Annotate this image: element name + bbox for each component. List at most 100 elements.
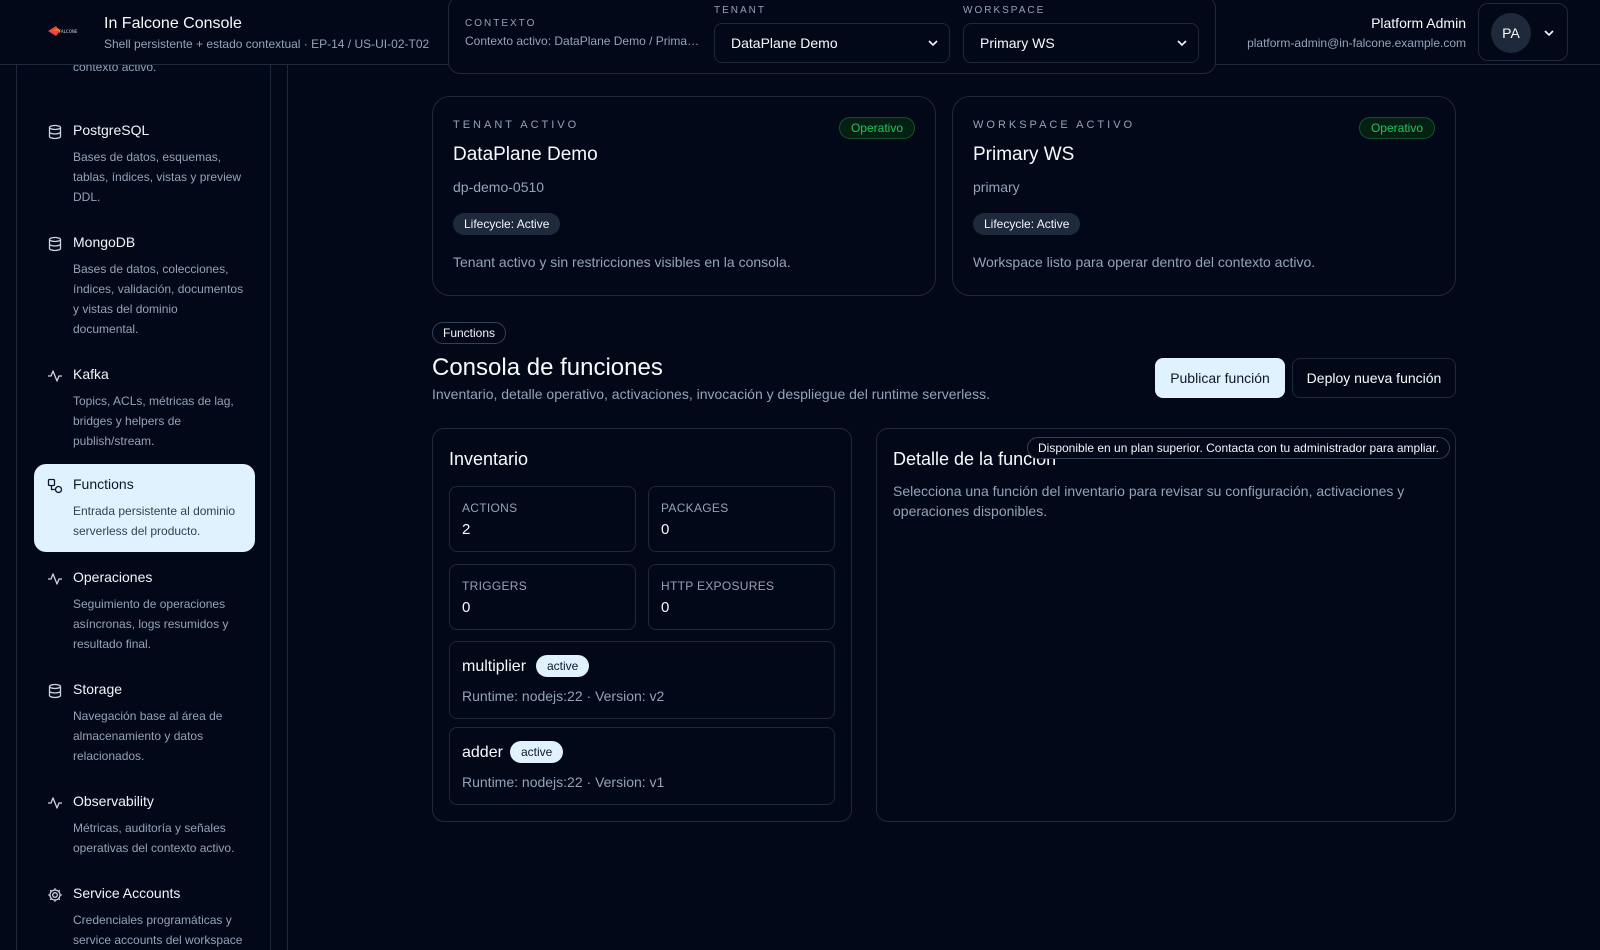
activity-icon [48, 797, 62, 809]
database-icon [48, 236, 62, 252]
sidebar-item-label: Functions [73, 476, 134, 492]
context-switcher: CONTEXTO Contexto activo: DataPlane Demo… [448, 0, 1216, 74]
tenant-label: TENANT [714, 5, 766, 16]
inventory-panel: Inventario ACTIONS 2 PACKAGES 0 TRIGGERS… [432, 428, 852, 822]
user-email: platform-admin@in-falcone.example.com [1247, 36, 1466, 50]
function-name: multiplier [462, 658, 527, 675]
top-bar: FALCONE In Falcone Console Shell persist… [0, 0, 1600, 74]
sidebar-item-desc: Navegación base al área de almacenamient… [73, 709, 223, 763]
function-list-item[interactable]: adder active Runtime: nodejs:22 · Versio… [449, 727, 835, 805]
page-title: Consola de funciones [432, 354, 663, 381]
page-subtitle: Inventario, detalle operativo, activacio… [432, 386, 990, 402]
tenant-card-slug: dp-demo-0510 [453, 179, 545, 195]
tenant-card-desc: Tenant activo y sin restricciones visibl… [453, 254, 791, 270]
function-list-item[interactable]: multiplier active Runtime: nodejs:22 · V… [449, 641, 835, 719]
user-name: Platform Admin [1371, 15, 1466, 31]
tenant-select[interactable]: DataPlane Demo [714, 23, 950, 63]
tenant-card-eyebrow: TENANT ACTIVO [453, 119, 580, 131]
sidebar-item-desc: Bases de datos, colecciones, índices, va… [73, 262, 244, 336]
stat-triggers: TRIGGERS 0 [449, 564, 636, 630]
chevron-down-icon [1177, 40, 1187, 47]
database-icon [48, 124, 62, 140]
workspace-select-value: Primary WS [980, 35, 1055, 51]
status-badge: Operativo [838, 117, 915, 139]
upgrade-tooltip: Disponible en un plan superior. Contacta… [1027, 437, 1450, 459]
stat-label: ACTIONS [462, 501, 518, 515]
sidebar-item-desc: contexto activo. [73, 65, 157, 74]
sidebar-item-label: PostgreSQL [73, 122, 150, 138]
sidebar-item-label: Kafka [73, 366, 109, 382]
main-divider [287, 65, 288, 950]
sidebar-item-label: MongoDB [73, 234, 136, 250]
sidebar-item-desc: Bases de datos, esquemas, tablas, índice… [73, 150, 242, 204]
workspace-card-slug: primary [973, 179, 1020, 195]
stat-value: 2 [462, 521, 471, 538]
sidebar-item-kafka[interactable]: Kafka Topics, ACLs, métricas de lag, bri… [34, 354, 255, 454]
sidebar-item-desc: Topics, ACLs, métricas de lag, bridges y… [73, 394, 234, 448]
stat-label: HTTP EXPOSURES [661, 579, 775, 593]
workspace-card: WORKSPACE ACTIVO Operativo Primary WS pr… [952, 96, 1456, 296]
status-badge: Operativo [1358, 117, 1435, 139]
function-status-badge: active [510, 741, 564, 763]
deploy-function-button[interactable]: Deploy nueva función [1292, 358, 1456, 398]
chevron-down-icon [1544, 30, 1554, 37]
stat-value: 0 [661, 599, 670, 616]
sidebar-item-label: Observability [73, 793, 154, 809]
publish-function-button[interactable]: Publicar función [1155, 358, 1285, 398]
stat-label: PACKAGES [661, 501, 729, 515]
app-subtitle: Shell persistente + estado contextual · … [104, 37, 430, 51]
stat-label: TRIGGERS [462, 579, 528, 593]
functions-icon [47, 478, 63, 494]
function-name: adder [462, 744, 503, 761]
lifecycle-badge: Lifecycle: Active [973, 213, 1081, 235]
database-icon [48, 683, 62, 699]
chevron-down-icon [928, 40, 938, 47]
workspace-label: WORKSPACE [963, 5, 1046, 16]
app-title: In Falcone Console [104, 15, 242, 32]
workspace-card-desc: Workspace listo para operar dentro del c… [973, 254, 1316, 270]
falcone-logo-icon: FALCONE [48, 26, 78, 36]
sidebar-item-desc: Entrada persistente al dominio serverles… [73, 504, 236, 538]
activity-icon [48, 573, 62, 585]
function-meta: Runtime: nodejs:22 · Version: v1 [462, 774, 665, 790]
sidebar-item-operaciones[interactable]: Operaciones Seguimiento de operaciones a… [34, 557, 255, 657]
sidebar-item-label: Storage [73, 681, 123, 697]
sidebar-item-functions[interactable]: Functions Entrada persistente al dominio… [34, 464, 255, 552]
section-tag: Functions [432, 322, 507, 344]
function-status-badge: active [536, 655, 590, 677]
svg-text:FALCONE: FALCONE [59, 29, 78, 34]
sidebar-item-label: Service Accounts [73, 885, 181, 901]
sidebar-item-label: Operaciones [73, 569, 153, 585]
stat-value: 0 [661, 521, 670, 538]
stat-packages: PACKAGES 0 [648, 486, 835, 552]
function-meta: Runtime: nodejs:22 · Version: v2 [462, 688, 665, 704]
function-detail-panel: Detalle de la función Selecciona una fun… [876, 428, 1456, 822]
detail-desc: Selecciona una función del inventario pa… [893, 483, 1405, 519]
workspace-card-eyebrow: WORKSPACE ACTIVO [973, 119, 1136, 131]
workspace-card-title: Primary WS [973, 144, 1075, 165]
sidebar-item-partial[interactable]: contexto activo. [34, 65, 255, 91]
tenant-card: TENANT ACTIVO Operativo DataPlane Demo d… [432, 96, 936, 296]
avatar: PA [1491, 13, 1531, 53]
inventory-title: Inventario [449, 449, 529, 469]
lifecycle-badge: Lifecycle: Active [453, 213, 561, 235]
activity-icon [48, 370, 62, 382]
sidebar-item-desc: Seguimiento de operaciones asíncronas, l… [73, 597, 229, 651]
sidebar-item-desc: Credenciales programáticas y service acc… [73, 913, 243, 947]
workspace-select[interactable]: Primary WS [963, 23, 1199, 63]
stat-http-exposures: HTTP EXPOSURES 0 [648, 564, 835, 630]
sidebar-item-service-accounts[interactable]: Service Accounts Credenciales programáti… [34, 873, 255, 950]
context-label: CONTEXTO [465, 18, 537, 29]
stat-actions: ACTIONS 2 [449, 486, 636, 552]
gear-icon [48, 888, 62, 902]
tenant-select-value: DataPlane Demo [731, 35, 838, 51]
stat-value: 0 [462, 599, 471, 616]
sidebar-item-storage[interactable]: Storage Navegación base al área de almac… [34, 669, 255, 769]
sidebar-item-postgresql[interactable]: PostgreSQL Bases de datos, esquemas, tab… [34, 110, 255, 210]
sidebar-item-mongodb[interactable]: MongoDB Bases de datos, colecciones, índ… [34, 222, 255, 342]
sidebar-item-observability[interactable]: Observability Métricas, auditoría y seña… [34, 781, 255, 861]
context-value: Contexto activo: DataPlane Demo / Primar… [465, 34, 703, 48]
user-menu-button[interactable]: PA [1478, 3, 1568, 61]
sidebar: contexto activo. PostgreSQL Bases de dat… [16, 65, 271, 950]
sidebar-item-desc: Métricas, auditoría y señales operativas… [73, 821, 235, 855]
